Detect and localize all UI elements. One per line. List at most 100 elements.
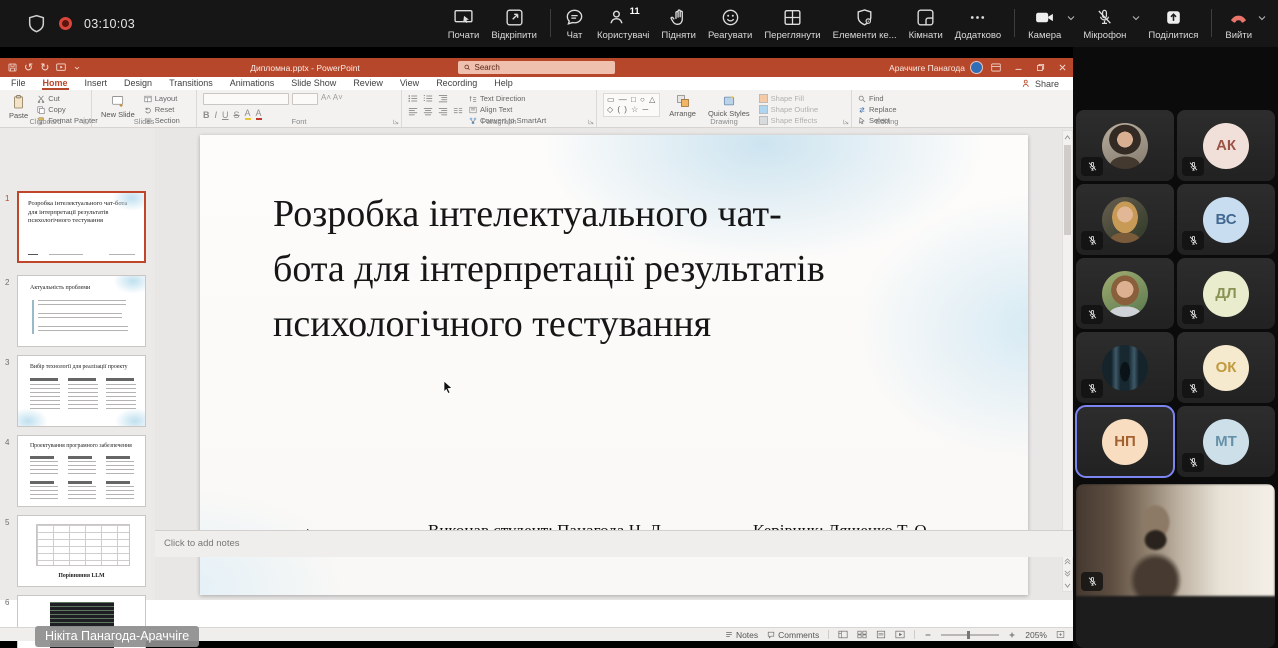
undo-icon[interactable]: ↺ <box>24 61 33 74</box>
shape-outline-button[interactable]: Shape Outline <box>759 105 819 114</box>
leave-button[interactable]: Вийти <box>1219 3 1258 45</box>
font-size-box[interactable] <box>292 93 318 105</box>
close-button[interactable] <box>1051 58 1073 77</box>
qat-customize-icon[interactable] <box>73 64 81 72</box>
thumbnail-slide-4[interactable]: Проектування програмного забезпечення <box>17 435 146 507</box>
tab-review[interactable]: Review <box>352 77 384 90</box>
tab-transitions[interactable]: Transitions <box>168 77 214 90</box>
align-left-icon[interactable] <box>408 107 418 116</box>
unpin-button[interactable]: Відкріпити <box>485 3 543 45</box>
ppt-share-button[interactable]: Share <box>1022 79 1059 89</box>
share-button[interactable]: Поділитися <box>1142 3 1204 45</box>
thumbnail-slide-3[interactable]: Вибір технології для реалізації проекту <box>17 355 146 427</box>
thumbnail-slide-1[interactable]: Розробка інтелектуального чат-бота для і… <box>17 191 146 263</box>
tab-help[interactable]: Help <box>493 77 514 90</box>
camera-chevron-icon[interactable] <box>1065 12 1077 24</box>
shapes-gallery[interactable]: ▭ — □ ○ △ ◇ ( ) ☆ ─ <box>603 93 660 117</box>
numbering-icon[interactable] <box>423 94 433 103</box>
text-direction-button[interactable]: Text Direction <box>469 94 546 103</box>
align-right-icon[interactable] <box>438 107 448 116</box>
next-slide-button[interactable] <box>1063 567 1072 579</box>
new-slide-button[interactable]: New Slide <box>98 93 138 120</box>
quick-styles-button[interactable]: Quick Styles <box>705 93 753 119</box>
font-dialog-launcher-icon[interactable] <box>393 119 399 125</box>
tab-animations[interactable]: Animations <box>229 77 276 90</box>
react-button[interactable]: Реагувати <box>702 3 758 45</box>
leave-chevron-icon[interactable] <box>1256 12 1268 24</box>
minimize-button[interactable] <box>1007 58 1029 77</box>
participant-tile[interactable] <box>1076 332 1174 403</box>
tab-home[interactable]: Home <box>42 77 69 90</box>
notes-toggle-button[interactable]: Notes <box>725 630 758 640</box>
participant-tile[interactable]: ОК <box>1177 332 1275 403</box>
tab-view[interactable]: View <box>399 77 420 90</box>
slideshow-view-button[interactable] <box>895 630 905 639</box>
more-options-button[interactable]: Додатково <box>949 3 1007 45</box>
cut-button[interactable]: Cut <box>37 94 98 103</box>
breakout-rooms-button[interactable]: Кімнати <box>903 3 949 45</box>
tab-file[interactable]: File <box>10 77 27 90</box>
ribbon-display-options-button[interactable] <box>985 58 1007 77</box>
search-input[interactable] <box>475 63 610 72</box>
comments-toggle-button[interactable]: Comments <box>767 630 819 640</box>
microphone-button[interactable]: Мікрофон <box>1077 3 1132 45</box>
replace-button[interactable]: Replace <box>858 105 897 114</box>
control-elements-button[interactable]: Елементи ке... <box>827 3 903 45</box>
zoom-out-button[interactable] <box>924 631 932 639</box>
start-slideshow-icon[interactable] <box>56 63 66 72</box>
thumbnail-slide-5[interactable]: Порівняння LLM <box>17 515 146 587</box>
restore-button[interactable] <box>1029 58 1051 77</box>
account-chip[interactable]: Араччиге Панагода <box>889 58 983 77</box>
tab-recording[interactable]: Recording <box>435 77 478 90</box>
arrange-button[interactable]: Arrange <box>666 93 699 119</box>
zoom-in-button[interactable] <box>1008 631 1016 639</box>
scroll-down-button[interactable] <box>1063 579 1072 591</box>
tab-slideshow[interactable]: Slide Show <box>290 77 337 90</box>
indent-icon[interactable] <box>438 94 448 103</box>
thumbnail-slide-2[interactable]: Актуальність проблеми <box>17 275 146 347</box>
slide-sorter-view-button[interactable] <box>857 630 867 639</box>
participant-video-tile[interactable] <box>1076 484 1275 648</box>
participant-tile[interactable] <box>1076 258 1174 329</box>
copy-button[interactable]: Copy <box>37 105 98 114</box>
normal-view-button[interactable] <box>838 630 848 639</box>
search-box[interactable] <box>458 61 615 74</box>
notes-placeholder[interactable]: Click to add notes <box>155 531 1073 549</box>
bullets-icon[interactable] <box>408 94 418 103</box>
scrollbar-thumb[interactable] <box>1064 145 1071 235</box>
camera-button[interactable]: Камера <box>1022 3 1067 45</box>
chat-button[interactable]: Чат <box>558 3 591 45</box>
shape-fill-button[interactable]: Shape Fill <box>759 94 819 103</box>
save-icon[interactable] <box>8 63 17 72</box>
reset-button[interactable]: Reset <box>144 105 180 114</box>
tab-design[interactable]: Design <box>123 77 153 90</box>
font-name-box[interactable] <box>203 93 289 105</box>
participant-tile[interactable]: ДЛ <box>1177 258 1275 329</box>
zoom-level[interactable]: 205% <box>1025 630 1047 640</box>
participant-tile[interactable]: ВС <box>1177 184 1275 255</box>
view-button[interactable]: Переглянути <box>758 3 826 45</box>
redo-icon[interactable]: ↻ <box>40 61 49 74</box>
participant-tile[interactable]: МТ <box>1177 406 1275 477</box>
drawing-dialog-launcher-icon[interactable] <box>843 119 849 125</box>
layout-button[interactable]: Layout <box>144 94 180 103</box>
align-center-icon[interactable] <box>423 107 433 116</box>
microphone-chevron-icon[interactable] <box>1130 12 1142 24</box>
participant-tile[interactable] <box>1076 110 1174 181</box>
scroll-up-button[interactable] <box>1063 131 1072 143</box>
paragraph-dialog-launcher-icon[interactable] <box>588 119 594 125</box>
fit-slide-button[interactable] <box>1056 630 1065 639</box>
slide-scrollbar[interactable] <box>1062 130 1073 592</box>
participant-tile[interactable] <box>1076 184 1174 255</box>
clipboard-dialog-launcher-icon[interactable] <box>83 119 89 125</box>
participant-tile-active-speaker[interactable]: НП <box>1076 406 1174 477</box>
participant-tile[interactable]: АК <box>1177 110 1275 181</box>
zoom-slider-knob[interactable] <box>967 631 970 639</box>
raise-hand-button[interactable]: Підняти <box>655 3 702 45</box>
reading-view-button[interactable] <box>876 630 886 639</box>
start-presenting-button[interactable]: Почати <box>442 3 486 45</box>
tab-insert[interactable]: Insert <box>84 77 109 90</box>
participants-button[interactable]: 11 Користувачі <box>591 3 655 45</box>
slide-title-textbox[interactable]: Розробка інтелектуального чат- бота для … <box>273 187 973 352</box>
columns-icon[interactable] <box>453 107 463 116</box>
